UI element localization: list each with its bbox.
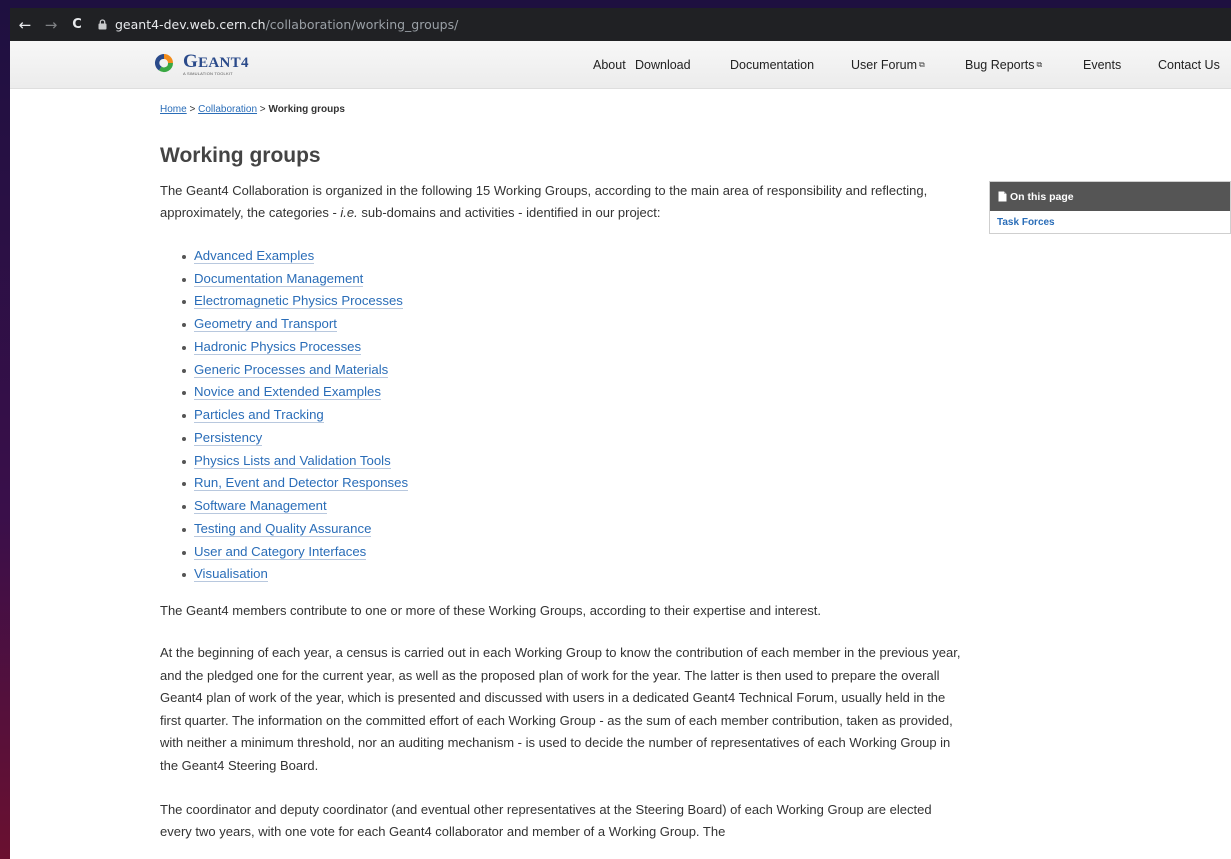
list-item[interactable]: Generic Processes and Materials — [180, 359, 965, 382]
list-item[interactable]: Testing and Quality Assurance — [180, 518, 965, 541]
list-item[interactable]: Novice and Extended Examples — [180, 381, 965, 404]
nav-contact-us[interactable]: Contact Us — [1158, 58, 1220, 72]
forward-button[interactable]: → — [40, 14, 62, 36]
list-item[interactable]: Persistency — [180, 427, 965, 450]
list-item[interactable]: User and Category Interfaces — [180, 541, 965, 564]
list-item[interactable]: Documentation Management — [180, 268, 965, 291]
list-item[interactable]: Physics Lists and Validation Tools — [180, 450, 965, 473]
list-item[interactable]: Advanced Examples — [180, 245, 965, 268]
working-groups-list: Advanced Examples Documentation Manageme… — [180, 245, 965, 586]
main-nav: About Download Documentation User Forum ⧉… — [10, 41, 1231, 89]
list-item[interactable]: Visualisation — [180, 563, 965, 586]
toc-header: On this page — [990, 182, 1230, 211]
breadcrumb-collaboration[interactable]: Collaboration — [198, 104, 257, 115]
intro-paragraph: The Geant4 Collaboration is organized in… — [160, 183, 928, 221]
list-item[interactable]: Hadronic Physics Processes — [180, 336, 965, 359]
nav-user-forum[interactable]: User Forum ⧉ — [851, 58, 925, 72]
nav-about[interactable]: About — [593, 58, 626, 72]
lock-icon — [98, 19, 107, 30]
main-content: The Geant4 Collaboration is organized in… — [160, 180, 965, 844]
breadcrumb-current: Working groups — [268, 104, 345, 115]
list-item[interactable]: Geometry and Transport — [180, 313, 965, 336]
reload-icon: C — [72, 17, 82, 32]
list-item[interactable]: Run, Event and Detector Responses — [180, 472, 965, 495]
toc-title: On this page — [1010, 190, 1074, 203]
address-bar[interactable]: geant4-dev.web.cern.ch/collaboration/wor… — [98, 13, 458, 37]
page-viewport: GEANT4 A SIMULATION TOOLKIT About Downlo… — [10, 41, 1231, 859]
url-path: /collaboration/working_groups/ — [265, 17, 459, 32]
site-header: GEANT4 A SIMULATION TOOLKIT About Downlo… — [10, 41, 1231, 89]
page-title: Working groups — [160, 144, 321, 167]
list-item[interactable]: Particles and Tracking — [180, 404, 965, 427]
list-item[interactable]: Software Management — [180, 495, 965, 518]
members-paragraph: The Geant4 members contribute to one or … — [160, 603, 821, 619]
on-this-page-box: On this page Task Forces — [989, 181, 1231, 234]
nav-bug-reports[interactable]: Bug Reports ⧉ — [965, 58, 1042, 72]
toc-link-task-forces[interactable]: Task Forces — [990, 211, 1230, 233]
forward-arrow-icon: → — [44, 15, 58, 34]
nav-download[interactable]: Download — [635, 58, 691, 72]
breadcrumb-home[interactable]: Home — [160, 104, 187, 115]
external-link-icon: ⧉ — [1036, 60, 1043, 69]
external-link-icon: ⧉ — [918, 60, 925, 69]
back-button[interactable]: ← — [14, 14, 36, 36]
browser-toolbar: ← → C geant4-dev.web.cern.ch/collaborati… — [10, 8, 1231, 41]
coordinator-paragraph: The coordinator and deputy coordinator (… — [160, 801, 932, 840]
breadcrumb: Home > Collaboration > Working groups — [160, 104, 345, 115]
url-host: geant4-dev.web.cern.ch — [115, 17, 266, 32]
reload-button[interactable]: C — [66, 14, 88, 36]
nav-events[interactable]: Events — [1083, 58, 1121, 72]
list-item[interactable]: Electromagnetic Physics Processes — [180, 290, 965, 313]
census-paragraph: At the beginning of each year, a census … — [160, 645, 961, 773]
nav-documentation[interactable]: Documentation — [730, 58, 814, 72]
back-arrow-icon: ← — [18, 15, 32, 34]
document-icon — [998, 191, 1007, 202]
